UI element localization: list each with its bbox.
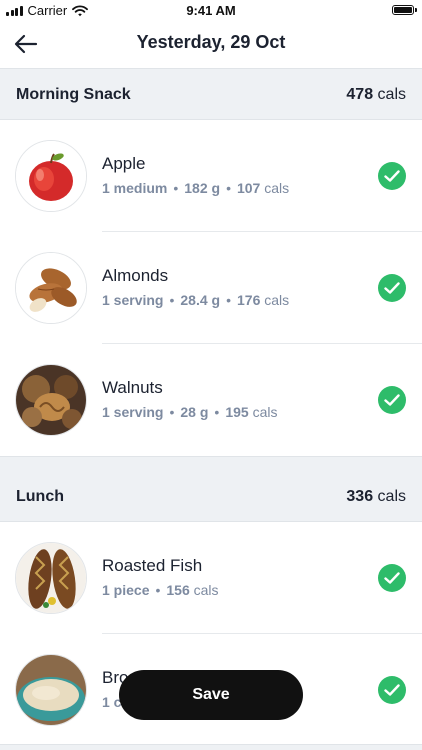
food-image-roasted-fish	[15, 542, 87, 614]
page-title: Yesterday, 29 Oct	[136, 32, 286, 52]
battery-fill	[394, 7, 412, 13]
food-row-almonds[interactable]: Almonds 1 serving • 28.4 g • 176 cals	[0, 232, 422, 344]
food-name: Walnuts	[102, 378, 163, 397]
food-name: Roasted Fish	[102, 556, 203, 575]
food-meta: 1 medium • 182 g • 107 cals	[102, 180, 290, 196]
check-button[interactable]	[378, 386, 406, 414]
food-image-almonds	[15, 252, 87, 324]
section-cals: 478 cals	[346, 86, 406, 103]
checkmark-icon	[384, 282, 400, 294]
food-meta: 1 serving • 28 g • 195 cals	[102, 404, 278, 420]
check-button[interactable]	[378, 676, 406, 704]
food-row-walnuts[interactable]: Walnuts 1 serving • 28 g • 195 cals	[0, 344, 422, 456]
checkmark-icon	[384, 684, 400, 696]
food-name: Apple	[102, 154, 146, 173]
food-meta: 1 piece • 156 cals	[102, 582, 219, 598]
checkmark-icon	[384, 572, 400, 584]
food-name: Almonds	[102, 266, 169, 285]
food-image-quinoa	[15, 654, 87, 726]
battery-icon	[392, 5, 417, 15]
food-image-apple	[15, 140, 87, 212]
status-bar: Carrier 9:41 AM	[0, 0, 422, 22]
bottom-strip	[0, 744, 422, 750]
section-header-morning-snack: Morning Snack 478 cals	[0, 68, 422, 120]
section-cals: 336 cals	[346, 488, 406, 505]
checkmark-icon	[384, 394, 400, 406]
checkmark-icon	[384, 170, 400, 182]
nav-bar: Yesterday, 29 Oct	[0, 22, 422, 66]
food-image-walnuts	[15, 364, 87, 436]
food-row-roasted-fish[interactable]: Roasted Fish 1 piece • 156 cals	[0, 522, 422, 634]
check-button[interactable]	[378, 274, 406, 302]
food-row-apple[interactable]: Apple 1 medium • 182 g • 107 cals	[0, 120, 422, 232]
check-button[interactable]	[378, 564, 406, 592]
check-button[interactable]	[378, 162, 406, 190]
status-time: 9:41 AM	[186, 3, 236, 18]
section-header-lunch: Lunch 336 cals	[0, 456, 422, 522]
section-title: Morning Snack	[16, 86, 131, 103]
section-title: Lunch	[16, 488, 64, 505]
food-meta: 1 serving • 28.4 g • 176 cals	[102, 292, 290, 308]
save-button[interactable]: Save	[119, 670, 303, 720]
